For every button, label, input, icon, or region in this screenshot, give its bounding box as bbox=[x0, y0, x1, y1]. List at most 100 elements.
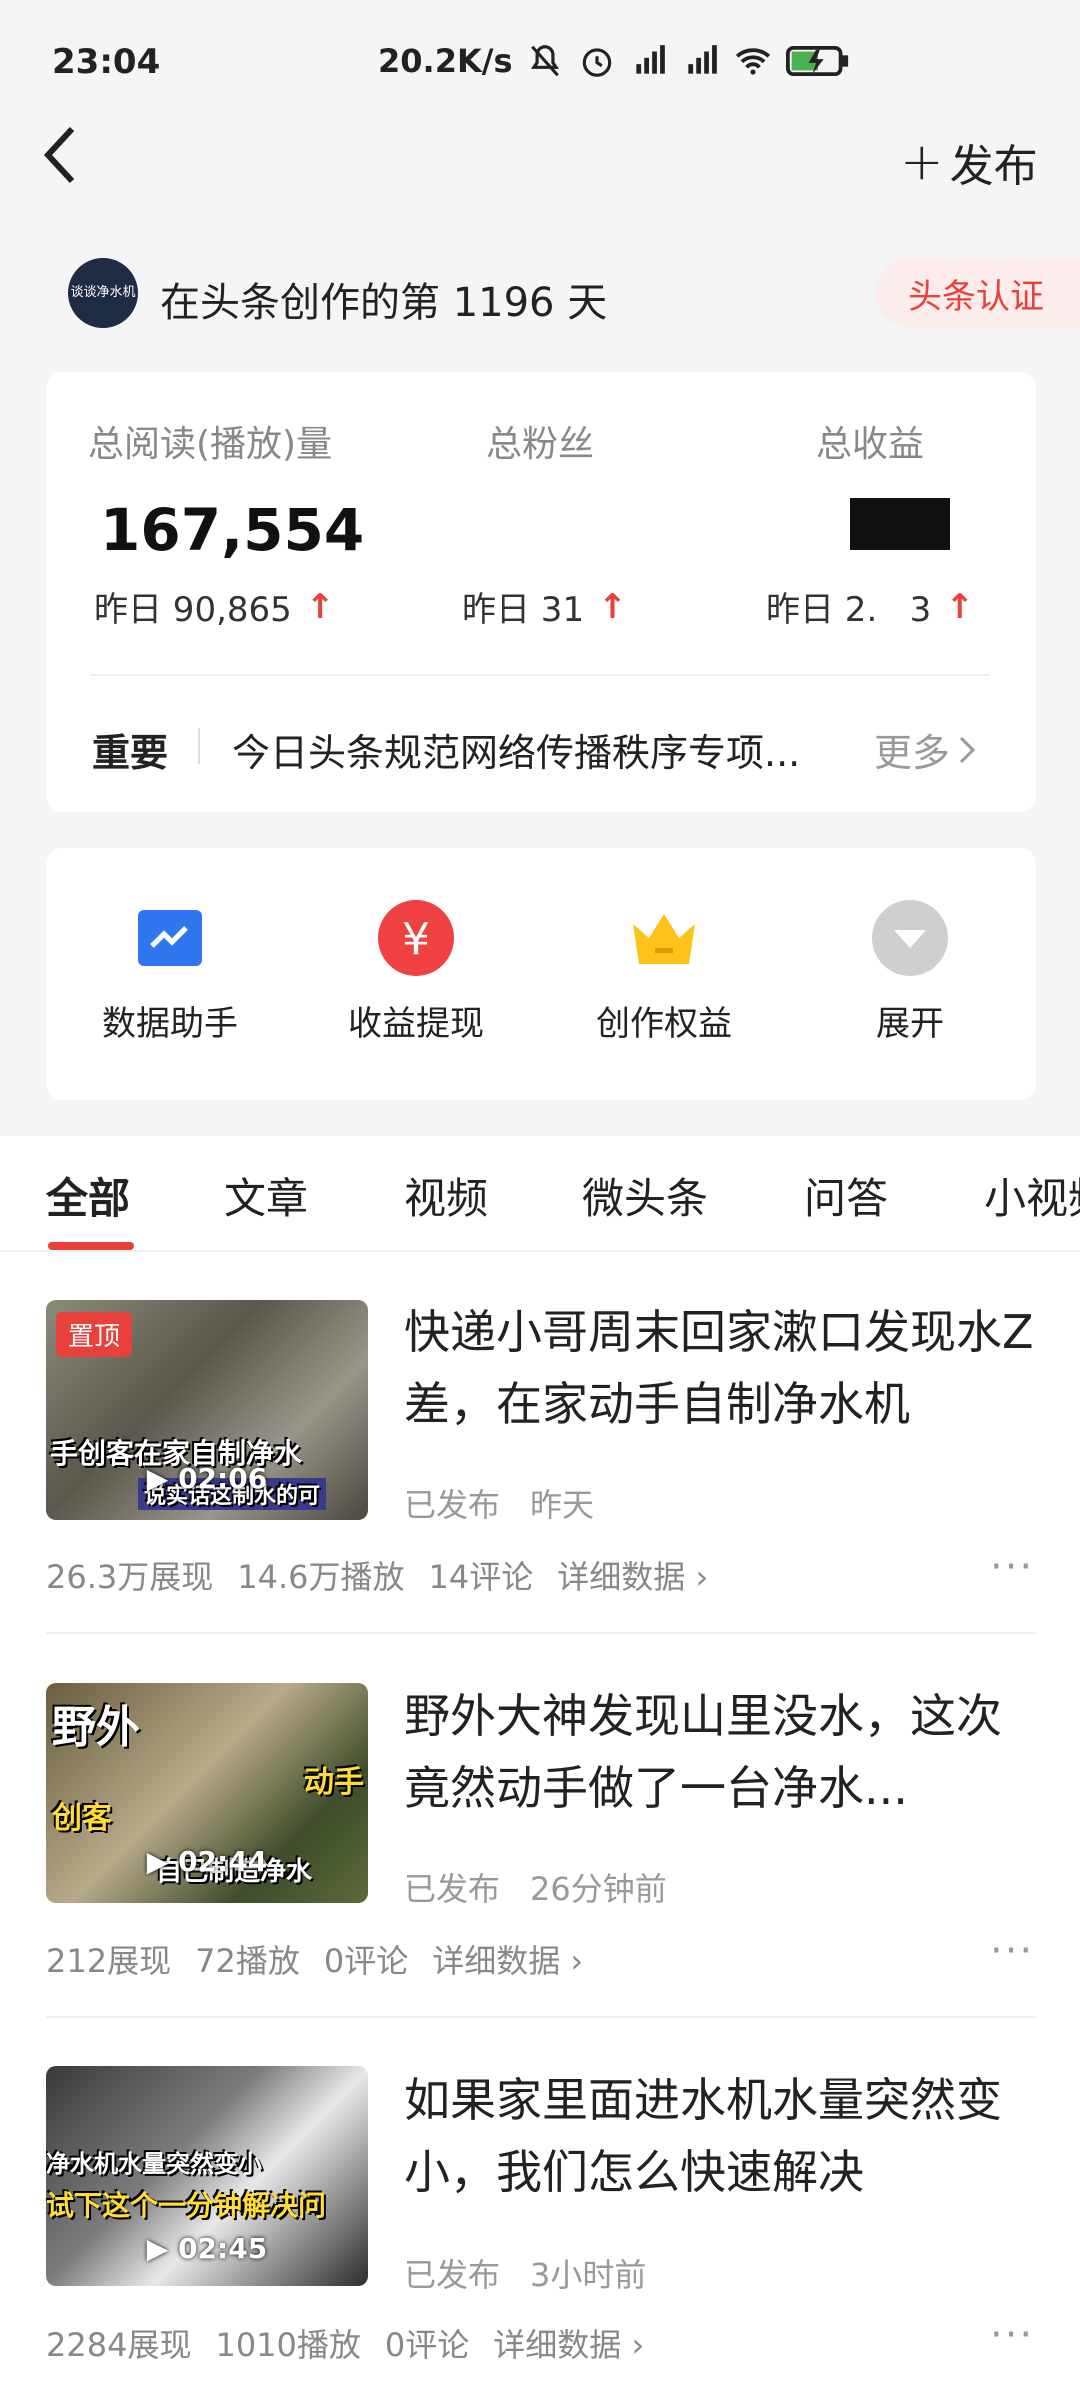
tool-data-assistant[interactable]: 数据助手 bbox=[70, 900, 270, 1045]
net-speed: 20.2K/s bbox=[378, 42, 513, 80]
more-label: 更多 bbox=[874, 731, 951, 775]
item-title[interactable]: 如果家里面进水机水量突然变小，我们怎么快速解决 bbox=[404, 2064, 1044, 2208]
battery-icon bbox=[786, 45, 849, 77]
video-thumbnail[interactable]: 野外 创客 动手 自己制造净水 ▶ 02:44 bbox=[46, 1683, 368, 1903]
comments: 0评论 bbox=[323, 1942, 409, 1980]
avatar-text: 谈谈净水机 bbox=[70, 284, 136, 300]
up-arrow-icon: ↑ bbox=[598, 586, 627, 627]
tool-expand[interactable]: 展开 bbox=[810, 900, 1010, 1045]
plays: 72播放 bbox=[195, 1942, 300, 1980]
impressions: 26.3万展现 bbox=[46, 1558, 214, 1596]
impressions: 2284展现 bbox=[46, 2326, 192, 2364]
tab-short-videos[interactable]: 小视频 bbox=[984, 1165, 1080, 1226]
up-arrow-icon: ↑ bbox=[945, 586, 974, 627]
alarm-icon bbox=[583, 48, 612, 77]
up-arrow-icon: ↑ bbox=[305, 586, 335, 627]
status-icons: 20.2K/s bbox=[378, 42, 850, 80]
item-separator bbox=[46, 1632, 1036, 1634]
pinned-badge: 置顶 bbox=[56, 1312, 133, 1357]
video-thumbnail[interactable]: 净水机水量突然变小 试下这个一分钟解决问 ▶ 02:45 bbox=[46, 2066, 368, 2286]
time-text: 26分钟前 bbox=[530, 1870, 667, 1908]
item-status: 已发布 3小时前 bbox=[404, 2250, 646, 2296]
duration-text: 02:06 bbox=[178, 1462, 268, 1495]
detail-link[interactable]: 详细数据 › bbox=[493, 2320, 644, 2366]
notice-separator bbox=[198, 728, 200, 764]
video-duration: ▶ 02:06 bbox=[146, 1462, 268, 1495]
fans-label: 总粉丝 bbox=[486, 424, 595, 465]
reads-label: 总阅读(播放)量 bbox=[88, 424, 333, 465]
detail-label: 详细数据 bbox=[557, 1558, 686, 1596]
avatar[interactable]: 谈谈净水机 bbox=[68, 258, 138, 328]
status-text: 已发布 bbox=[404, 1486, 501, 1524]
publish-label: 发布 bbox=[949, 141, 1038, 192]
income-redacted bbox=[850, 498, 950, 550]
chart-icon bbox=[132, 900, 208, 976]
item-status: 已发布 26分钟前 bbox=[404, 1864, 667, 1910]
tab-bar bbox=[0, 1136, 1080, 1252]
thumb-caption: 野外 bbox=[52, 1702, 140, 1753]
status-text: 已发布 bbox=[404, 2256, 501, 2294]
chevron-right-icon bbox=[959, 736, 976, 763]
notice-key: 重要 bbox=[92, 731, 169, 775]
notice-text[interactable]: 今日头条规范网络传播秩序专项... bbox=[232, 722, 832, 777]
fans-yesterday: 昨日 31 ↑ bbox=[462, 582, 627, 631]
hd-signal-icon bbox=[636, 45, 666, 74]
tool-withdraw[interactable]: ¥ 收益提现 bbox=[316, 900, 516, 1045]
cert-badge[interactable]: 头条认证 bbox=[876, 258, 1080, 328]
signal-icon bbox=[688, 45, 718, 74]
income-yesterday-text: 昨日 2. 3 bbox=[766, 590, 932, 630]
tool-label: 创作权益 bbox=[596, 1004, 732, 1044]
expand-icon bbox=[872, 900, 948, 976]
publish-button[interactable]: + 发布 bbox=[900, 130, 1038, 194]
creator-days: 在头条创作的第 1196 天 bbox=[160, 280, 608, 326]
plays: 14.6万播放 bbox=[237, 1558, 405, 1596]
more-options-icon[interactable]: ··· bbox=[990, 1544, 1034, 1590]
detail-label: 详细数据 bbox=[432, 1942, 561, 1980]
detail-label: 详细数据 bbox=[493, 2326, 622, 2364]
duration-text: 02:45 bbox=[178, 2232, 268, 2265]
crown-icon bbox=[626, 900, 702, 976]
tool-rights[interactable]: 创作权益 bbox=[564, 900, 764, 1045]
more-options-icon[interactable]: ··· bbox=[990, 2312, 1034, 2358]
reads-yesterday: 昨日 90,865 ↑ bbox=[94, 582, 334, 631]
back-icon[interactable] bbox=[40, 125, 80, 185]
tab-all[interactable]: 全部 bbox=[46, 1165, 130, 1226]
mute-icon bbox=[531, 45, 560, 77]
thumb-caption: 动手 bbox=[304, 1765, 364, 1800]
comments: 0评论 bbox=[384, 2326, 470, 2364]
item-title[interactable]: 野外大神发现山里没水，这次竟然动手做了一台净水... bbox=[404, 1680, 1044, 1824]
income-yesterday: 昨日 2. 3 ↑ bbox=[766, 582, 974, 631]
item-stats: 212展现 72播放 0评论 详细数据 › bbox=[46, 1936, 583, 1982]
comments: 14评论 bbox=[428, 1558, 534, 1596]
duration-text: 02:44 bbox=[178, 1845, 268, 1878]
reads-value[interactable]: 167,554 bbox=[100, 496, 364, 564]
detail-link[interactable]: 详细数据 › bbox=[432, 1936, 583, 1982]
tab-underline bbox=[48, 1242, 134, 1250]
video-duration: ▶ 02:45 bbox=[146, 2232, 268, 2265]
more-link[interactable]: 更多 bbox=[874, 722, 976, 777]
detail-link[interactable]: 详细数据 › bbox=[557, 1552, 708, 1598]
item-stats: 26.3万展现 14.6万播放 14评论 详细数据 › bbox=[46, 1552, 708, 1598]
thumb-caption: 试下这个一分钟解决问 bbox=[46, 2189, 327, 2222]
income-label: 总收益 bbox=[816, 424, 925, 465]
tool-label: 展开 bbox=[876, 1004, 944, 1044]
plays: 1010播放 bbox=[215, 2326, 361, 2364]
thumb-caption: 创客 bbox=[52, 1801, 112, 1836]
video-thumbnail[interactable]: 手创客在家自制净水 说实话这制水的可 置顶 ▶ 02:06 bbox=[46, 1300, 368, 1520]
reads-yesterday-text: 昨日 90,865 bbox=[94, 590, 292, 630]
more-options-icon[interactable]: ··· bbox=[990, 1928, 1034, 1974]
video-duration: ▶ 02:44 bbox=[146, 1845, 268, 1878]
item-status: 已发布 昨天 bbox=[404, 1480, 594, 1526]
divider bbox=[90, 674, 990, 676]
plus-icon: + bbox=[900, 132, 944, 192]
thumb-caption: 净水机水量突然变小 bbox=[46, 2150, 262, 2178]
tab-micro[interactable]: 微头条 bbox=[582, 1165, 708, 1226]
impressions: 212展现 bbox=[46, 1942, 172, 1980]
time-text: 3小时前 bbox=[530, 2256, 647, 2294]
item-title[interactable]: 快递小哥周末回家漱口发现水Z差，在家动手自制净水机 bbox=[404, 1296, 1044, 1440]
svg-text:¥: ¥ bbox=[402, 914, 430, 965]
tab-qa[interactable]: 问答 bbox=[804, 1165, 888, 1226]
tab-articles[interactable]: 文章 bbox=[224, 1165, 308, 1226]
tool-label: 收益提现 bbox=[348, 1004, 484, 1044]
tab-videos[interactable]: 视频 bbox=[404, 1165, 488, 1226]
